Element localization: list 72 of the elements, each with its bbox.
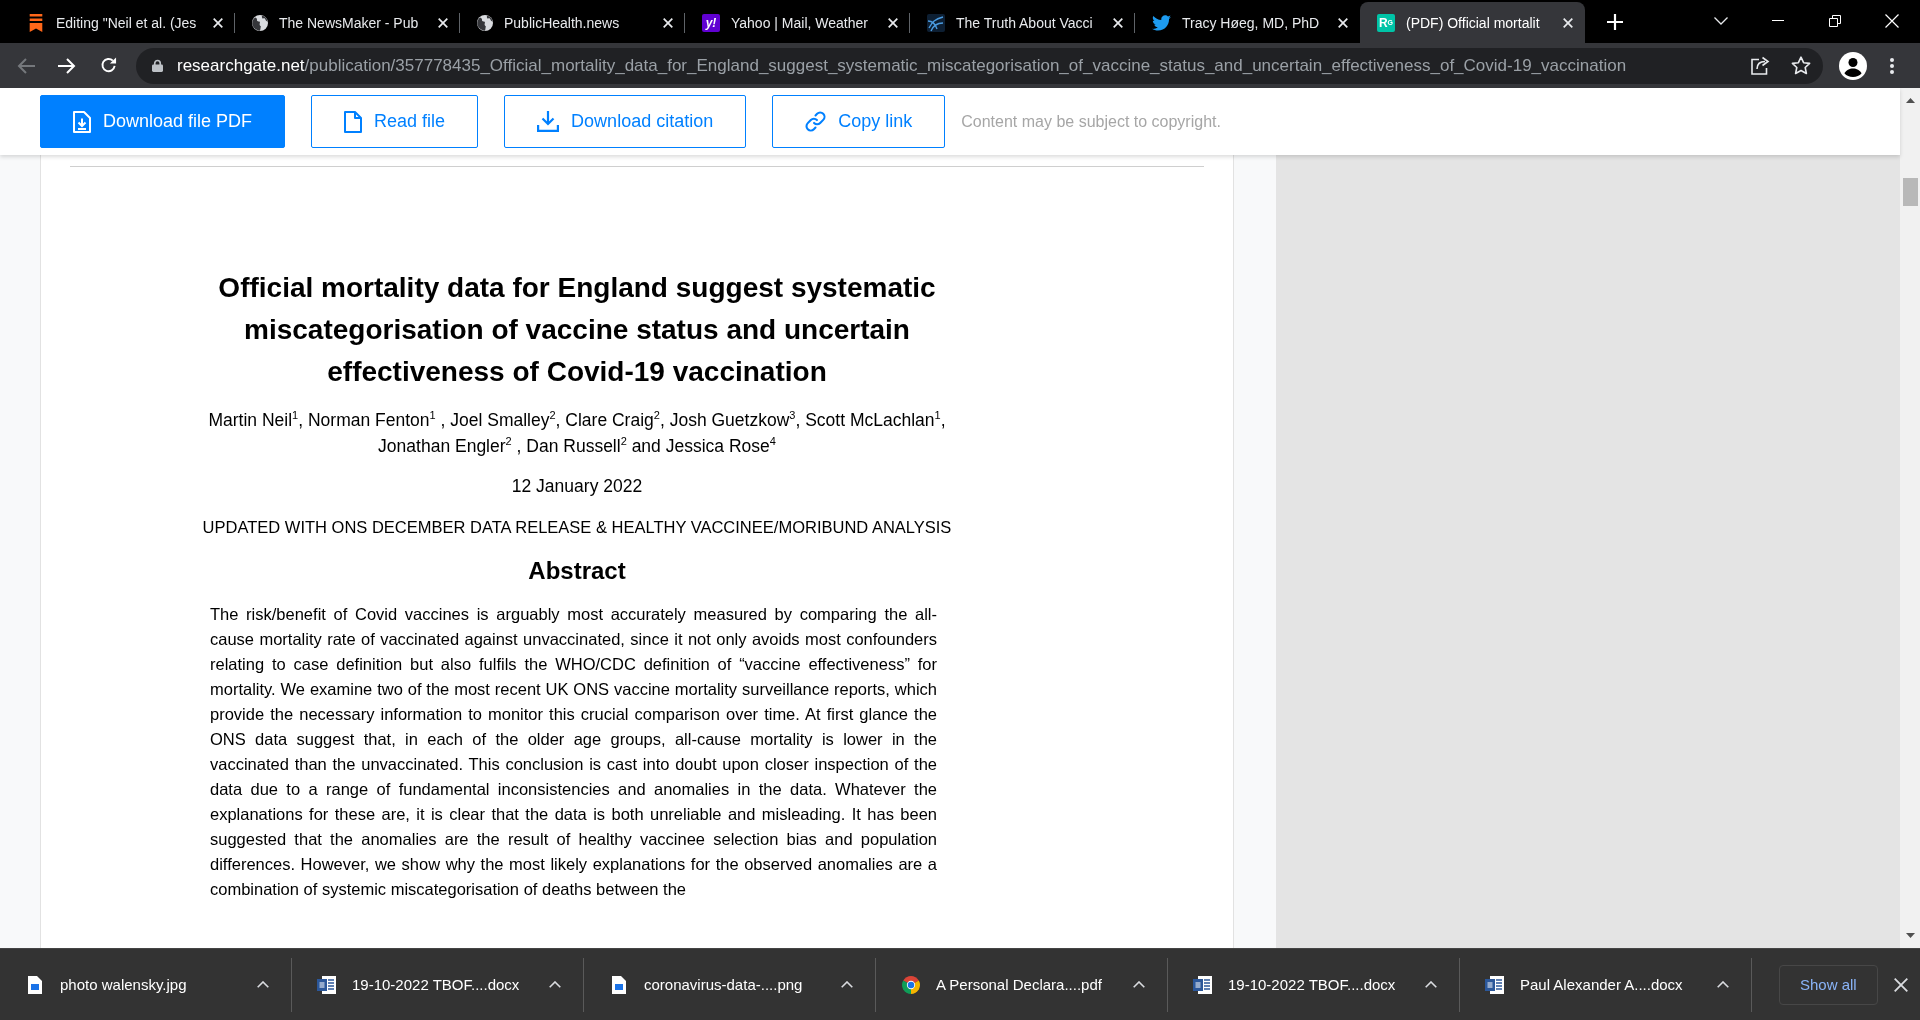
browser-tab[interactable]: Editing "Neil et al. (Jes xyxy=(10,2,235,43)
reload-icon[interactable] xyxy=(99,57,117,74)
scrollbar[interactable] xyxy=(1900,88,1920,948)
close-icon[interactable] xyxy=(1563,17,1573,28)
browser-tab[interactable]: PublicHealth.news xyxy=(460,2,685,43)
show-all-button[interactable]: Show all xyxy=(1779,964,1878,1005)
close-icon[interactable] xyxy=(1113,17,1123,28)
pattern-tile-icon xyxy=(927,13,945,32)
close-icon[interactable] xyxy=(438,17,448,28)
download-item[interactable]: A Personal Declara....pdf xyxy=(876,949,1167,1020)
bird-icon xyxy=(1152,14,1171,31)
caret-icon[interactable] xyxy=(257,981,269,988)
download-item[interactable]: photo walensky.jpg xyxy=(0,949,291,1020)
plus-icon[interactable] xyxy=(1607,13,1623,30)
download-item[interactable]: Paul Alexander A....docx xyxy=(1460,949,1751,1020)
scrollbar-thumb[interactable] xyxy=(1902,178,1918,206)
abstract-heading: Abstract xyxy=(527,556,627,586)
address-field[interactable]: researchgate.net/publication/357778435_Official_mortality_data_for_England_suggest_systematic_miscategorisation_of_vaccine_status_and_uncertain_effectiveness_of_Covid-19_vaccination xyxy=(136,47,1823,84)
avatar-icon[interactable] xyxy=(1839,51,1867,80)
site-logo: y! xyxy=(702,13,720,32)
image-file-icon xyxy=(28,975,42,994)
site-logo: R$^{G}$ xyxy=(1377,13,1395,32)
close-icon[interactable] xyxy=(1893,977,1908,992)
browser-tab[interactable]: The Truth About Vacci xyxy=(910,2,1135,43)
chevron-down-icon[interactable] xyxy=(1713,16,1728,25)
browser-tab[interactable]: y! Yahoo | Mail, Weather xyxy=(685,2,910,43)
action-button[interactable]: Download citation xyxy=(504,95,747,148)
lock-icon[interactable] xyxy=(152,59,163,72)
bookmark-icon xyxy=(27,13,45,32)
abstract-text: The risk/benefit of Covid vaccines is arguably most accurately measured by comparing the all-cause mortality rate of vaccinated against unvaccinated, since it not only avoids most confounders relating to case definition but also fulfils the WHO/CDC definition of “vaccine effectiveness” for mortality. We examine two of the most recent UK ONS vaccine mortality surveillance reports, which provide the necessary information to monitor this crucial comparison over time. At first glance the ONS data suggest that, in each of the older age groups, all-cause mortality is lower in the vaccinated than the unvaccinated. This conclusion is cast into doubt upon closer inspection of the data due to a range of fundamental inconsistencies and anomalies in the data. Whatever the explanations for these are, it is clear that the data is both unreliable and misleading. It has been suggested that the anomalies are the result of healthy vaccinee selection bias and population differences. However, we show why the most likely explanations for the observed anomalies are a combination of systemic miscategorisation of deaths between the xyxy=(210,604,937,900)
browser-tab[interactable]: Tracy Høeg, MD, PhD xyxy=(1135,2,1360,43)
update-note: UPDATED WITH ONS DECEMBER DATA RELEASE & HEALTHY VACCINEE/MORIBUND ANALYSIS xyxy=(201,517,953,538)
document-icon xyxy=(344,110,363,133)
image-file-icon xyxy=(612,975,626,994)
action-button[interactable]: Download file PDF xyxy=(40,95,286,148)
close-icon[interactable] xyxy=(663,17,673,28)
publication-date: 12 January 2022 xyxy=(510,475,644,498)
link-icon xyxy=(805,111,827,132)
document-title: Official mortality data for England suggest systematic miscategorisation of vaccine status and uncertain effectiveness of Covid-19 vaccination xyxy=(217,271,937,389)
action-button[interactable]: Copy link xyxy=(772,95,946,148)
segmented-circle-icon xyxy=(902,975,920,994)
globe-icon xyxy=(477,14,493,31)
document-icon xyxy=(317,974,337,995)
caret-icon[interactable] xyxy=(1425,981,1437,988)
download-item[interactable]: 19-10-2022 TBOF....docx xyxy=(292,949,583,1020)
globe-icon xyxy=(252,14,268,31)
share-icon[interactable] xyxy=(1751,56,1770,75)
close-icon[interactable] xyxy=(1338,17,1348,28)
close-icon[interactable] xyxy=(888,17,898,28)
caret-icon[interactable] xyxy=(1133,981,1145,988)
restore-icon[interactable] xyxy=(1828,14,1841,27)
file-download-icon xyxy=(73,110,91,133)
arrow-up-icon[interactable] xyxy=(1905,98,1915,103)
download-item[interactable]: coronavirus-data-....png xyxy=(584,949,875,1020)
caret-icon[interactable] xyxy=(841,981,853,988)
minimize-icon[interactable] xyxy=(1771,20,1784,21)
close-icon[interactable] xyxy=(213,17,223,28)
download-item[interactable]: 19-10-2022 TBOF....docx xyxy=(1168,949,1459,1020)
author-list: Martin Neil$^{1}$, Norman Fenton$^{1}$ , Joel Smalley$^{2}$, Clare Craig$^{2}$, Josh Guetzkow$^{3}$, Scott McLachlan$^{1}$, Jonathan Engler$^{2}$ , Dan Russell$^{2}$ and Jessica Rose$^{4}$ xyxy=(177,407,977,459)
caret-icon[interactable] xyxy=(1717,981,1729,988)
document-icon xyxy=(1485,974,1505,995)
caret-icon[interactable] xyxy=(549,981,561,988)
download-icon xyxy=(537,111,560,132)
star-icon[interactable] xyxy=(1791,56,1811,75)
arrow-down-icon[interactable] xyxy=(1905,933,1915,938)
copyright-notice: Content may be subject to copyright. xyxy=(961,112,1221,131)
browser-tab[interactable]: R$^{G}$ (PDF) Official mortalit xyxy=(1360,2,1585,43)
forward-arrow-icon[interactable] xyxy=(58,57,76,74)
action-button[interactable]: Read file xyxy=(311,95,479,148)
browser-tab[interactable]: The NewsMaker - Pub xyxy=(235,2,460,43)
menu-icon[interactable] xyxy=(1890,57,1894,74)
document-icon xyxy=(1193,974,1213,995)
